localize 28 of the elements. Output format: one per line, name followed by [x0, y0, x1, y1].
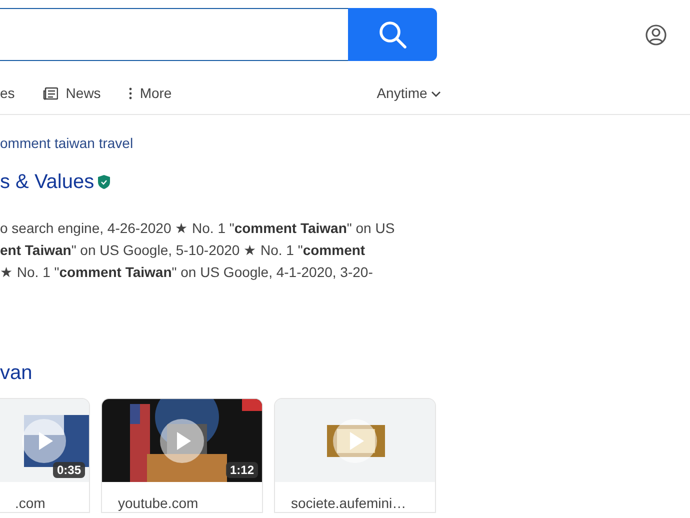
- video-card[interactable]: societe.aufemini…: [274, 398, 436, 513]
- result-snippet: ent Taiwan" on US Google, 5-10-2020 ★ No. 1 "comment: [0, 241, 366, 260]
- play-icon[interactable]: [333, 418, 377, 462]
- play-icon[interactable]: [160, 418, 204, 462]
- result-snippet: o search engine, 4-26-2020 ★ No. 1 "comment Taiwan" on US: [0, 219, 395, 238]
- more-icon: [128, 87, 132, 100]
- video-source: societe.aufemini…: [290, 494, 408, 512]
- search-tab[interactable]: News: [42, 72, 101, 114]
- video-source: youtube.com: [117, 494, 200, 512]
- video-duration: 1:12: [226, 462, 258, 478]
- video-card[interactable]: 1:12 youtube.com: [101, 398, 263, 513]
- account-icon[interactable]: [645, 24, 667, 46]
- videos-heading[interactable]: van: [0, 361, 32, 385]
- search-icon: [378, 20, 408, 50]
- search-button[interactable]: [348, 8, 437, 61]
- newspaper-icon: [42, 87, 58, 100]
- search-field[interactable]: [0, 8, 348, 61]
- result-snippet: ★ No. 1 "comment Taiwan" on US Google, 4-1-2020, 3-20-: [0, 263, 373, 282]
- video-source: .com: [14, 494, 46, 512]
- result-title[interactable]: s & Values: [0, 170, 94, 194]
- chevron-down-icon: [431, 90, 442, 96]
- search-tab[interactable]: More: [128, 72, 172, 114]
- video-card[interactable]: 0:35 .com: [0, 398, 90, 513]
- play-icon[interactable]: [22, 418, 66, 462]
- search-tab[interactable]: es: [0, 72, 15, 114]
- video-duration: 0:35: [52, 462, 85, 478]
- time-filter[interactable]: Anytime: [376, 83, 442, 104]
- result-breadcrumb[interactable]: omment taiwan travel: [0, 134, 134, 152]
